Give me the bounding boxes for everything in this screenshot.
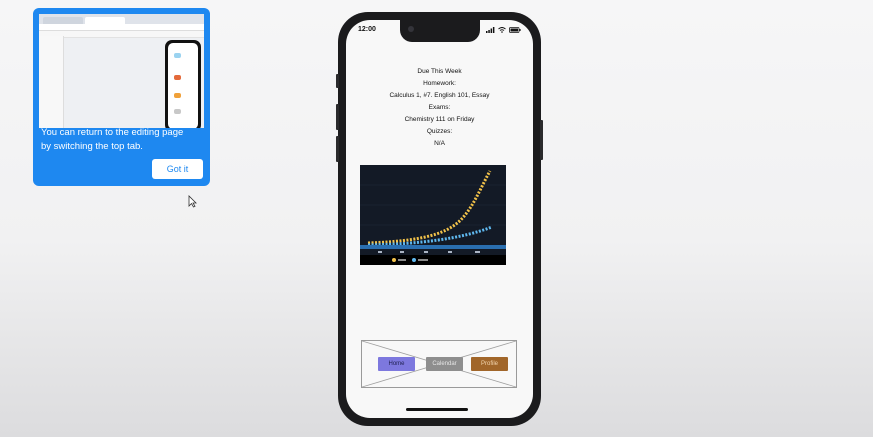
phone-side-button [336, 104, 339, 130]
phone-side-button [336, 136, 339, 162]
progress-chart-image [360, 165, 506, 265]
tooltip-message: You can return to the editing page by sw… [41, 126, 206, 154]
homework-value: Calculus 1, #7. English 101, Essay [389, 92, 490, 99]
wifi-icon [498, 27, 506, 33]
battery-icon [509, 27, 521, 33]
tooltip-preview-image [39, 14, 204, 128]
preview-tab [43, 17, 83, 24]
tooltip-card: You can return to the editing page by sw… [33, 8, 210, 186]
home-indicator [406, 408, 468, 411]
quizzes-label: Quizzes: [426, 128, 453, 135]
due-heading: Due This Week [417, 68, 462, 75]
exams-label: Exams: [428, 104, 451, 111]
tooltip-message-line: by switching the top tab. [41, 141, 143, 152]
phone-notch [400, 20, 480, 42]
preview-phone-screen [168, 43, 198, 128]
exams-value: Chemistry 111 on Friday [404, 116, 475, 123]
preview-dot [174, 75, 181, 80]
phone-mockup: 12:00 Due This Week Homework: Calculus 1… [336, 12, 543, 426]
signal-icon [486, 27, 495, 33]
chart-image-graphic [360, 165, 506, 265]
preview-dot [174, 53, 181, 58]
preview-phone [165, 40, 201, 128]
camera-icon [408, 26, 414, 32]
preview-dot [174, 93, 181, 98]
status-time: 12:00 [358, 26, 376, 33]
mouse-cursor-icon [188, 195, 197, 208]
phone-side-button [540, 120, 543, 160]
phone-side-button [336, 74, 339, 88]
preview-sidebar [39, 36, 64, 128]
due-this-week-section: Due This Week Homework: Calculus 1, #7. … [346, 66, 533, 150]
preview-dot [174, 109, 181, 114]
calendar-nav-button[interactable]: Calendar [426, 357, 463, 371]
phone-screen: 12:00 Due This Week Homework: Calculus 1… [346, 20, 533, 418]
home-nav-button[interactable]: Home [378, 357, 415, 371]
preview-tab [85, 17, 125, 24]
homework-label: Homework: [423, 80, 456, 87]
tooltip-message-line: You can return to the editing page [41, 127, 184, 138]
preview-tab-strip [39, 14, 204, 24]
status-icons [486, 27, 521, 33]
profile-nav-button[interactable]: Profile [471, 357, 508, 371]
quizzes-value: N/A [434, 140, 445, 147]
preview-url-bar [39, 24, 204, 31]
got-it-button[interactable]: Got it [152, 159, 203, 179]
